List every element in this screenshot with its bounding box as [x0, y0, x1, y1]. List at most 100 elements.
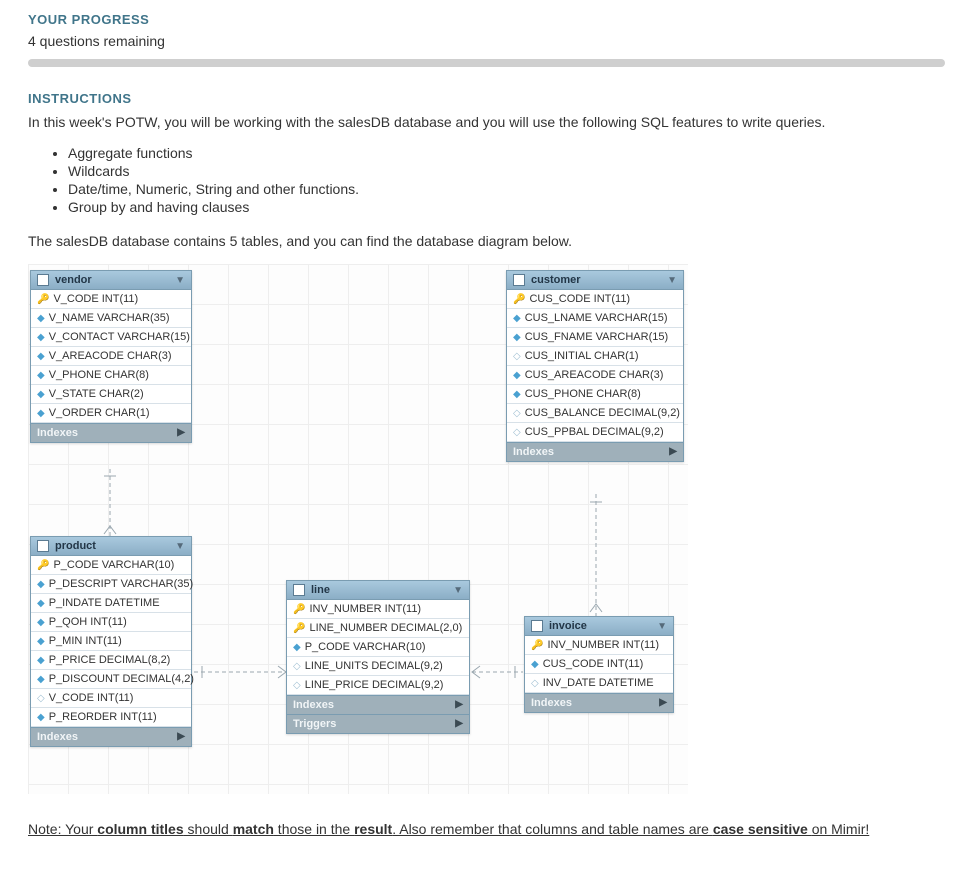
column-row: ◇LINE_PRICE DECIMAL(9,2) [287, 676, 469, 695]
column-icon: ◇ [513, 351, 521, 362]
note-text: should [184, 821, 233, 837]
column-icon: ◆ [37, 636, 45, 647]
table-title: line [311, 584, 330, 596]
note-text: result [354, 821, 392, 837]
feature-item: Aggregate functions [68, 145, 945, 161]
column-text: CUS_FNAME VARCHAR(15) [525, 331, 668, 343]
column-text: LINE_NUMBER DECIMAL(2,0) [309, 622, 462, 634]
column-icon: ◆ [293, 642, 301, 653]
note-text: Note: Your [28, 821, 97, 837]
table-title: customer [531, 274, 581, 286]
column-text: CUS_PPBAL DECIMAL(9,2) [525, 426, 664, 438]
indexes-label: Indexes [37, 427, 78, 439]
column-text: INV_DATE DATETIME [543, 677, 654, 689]
column-row: ◆ V_CONTACT VARCHAR(15) [31, 328, 191, 347]
triggers-footer: Triggers▶ [287, 714, 469, 733]
chevron-right-icon: ▶ [455, 699, 463, 711]
column-text: P_REORDER INT(11) [49, 711, 157, 723]
column-text: CUS_LNAME VARCHAR(15) [525, 312, 668, 324]
chevron-down-icon: ▼ [175, 275, 185, 286]
column-row: ◇CUS_PPBAL DECIMAL(9,2) [507, 423, 683, 442]
column-icon: ◇ [531, 678, 539, 689]
column-row: ◆V_STATE CHAR(2) [31, 385, 191, 404]
table-vendor: vendor ▼ 🔑V_CODE INT(11) ◆V_NAME VARCHAR… [30, 270, 192, 443]
column-row: 🔑CUS_CODE INT(11) [507, 290, 683, 309]
column-text: LINE_PRICE DECIMAL(9,2) [305, 679, 444, 691]
column-text: CUS_CODE INT(11) [529, 293, 630, 305]
column-text: INV_NUMBER INT(11) [547, 639, 659, 651]
column-row: ◆ P_REORDER INT(11) [31, 708, 191, 727]
instructions-intro: In this week's POTW, you will be working… [28, 112, 945, 133]
indexes-footer: Indexes ▶ [287, 695, 469, 714]
column-text: V_ORDER CHAR(1) [49, 407, 150, 419]
chevron-right-icon: ▶ [659, 697, 667, 709]
column-row: ◆ P_QOH INT(11) [31, 613, 191, 632]
column-icon: ◆ [37, 332, 45, 343]
column-row: ◇CUS_BALANCE DECIMAL(9,2) [507, 404, 683, 423]
column-row: ◆ P_CODE VARCHAR(10) [287, 638, 469, 657]
chevron-down-icon: ▼ [453, 585, 463, 596]
progress-remaining: 4 questions remaining [28, 33, 945, 49]
column-text: P_INDATE DATETIME [49, 597, 160, 609]
column-icon: ◆ [37, 712, 45, 723]
indexes-footer: Indexes ▶ [507, 442, 683, 461]
column-row: ◆ P_PRICE DECIMAL(8,2) [31, 651, 191, 670]
column-text: P_PRICE DECIMAL(8,2) [49, 654, 171, 666]
column-text: P_CODE VARCHAR(10) [53, 559, 174, 571]
chevron-right-icon: ▶ [669, 446, 677, 458]
column-text: CUS_AREACODE CHAR(3) [525, 369, 664, 381]
column-icon: ◆ [513, 389, 521, 400]
note-text: case sensitive [713, 821, 812, 837]
feature-item: Wildcards [68, 163, 945, 179]
feature-list: Aggregate functions Wildcards Date/time,… [68, 145, 945, 215]
column-text: V_AREACODE CHAR(3) [49, 350, 172, 362]
indexes-footer: Indexes ▶ [31, 423, 191, 442]
column-icon: ◆ [37, 313, 45, 324]
column-row: ◆CUS_AREACODE CHAR(3) [507, 366, 683, 385]
table-title: vendor [55, 274, 92, 286]
column-text: P_QOH INT(11) [49, 616, 127, 628]
column-icon: ◆ [37, 408, 45, 419]
column-row: ◇V_CODE INT(11) [31, 689, 191, 708]
footer-note: Note: Your column titles should match th… [28, 818, 945, 840]
column-icon: ◆ [37, 598, 45, 609]
indexes-label: Indexes [37, 731, 78, 743]
column-row: 🔑P_CODE VARCHAR(10) [31, 556, 191, 575]
column-icon: ◆ [37, 655, 45, 666]
note-text: column titles [97, 821, 183, 837]
indexes-footer: Indexes ▶ [525, 693, 673, 712]
indexes-label: Indexes [293, 699, 334, 711]
chevron-right-icon: ▶ [177, 731, 185, 743]
table-customer: customer ▼ 🔑CUS_CODE INT(11) ◆ CUS_LNAME … [506, 270, 684, 462]
table-icon [37, 274, 49, 286]
chevron-down-icon: ▼ [667, 275, 677, 286]
progress-bar [28, 59, 945, 67]
column-row: ◆V_NAME VARCHAR(35) [31, 309, 191, 328]
table-invoice: invoice ▼ 🔑INV_NUMBER INT(11) ◆CUS_CODE … [524, 616, 674, 713]
column-row: ◆ CUS_LNAME VARCHAR(15) [507, 309, 683, 328]
column-icon: ◇ [37, 693, 45, 704]
indexes-label: Indexes [513, 446, 554, 458]
column-row: ◆V_AREACODE CHAR(3) [31, 347, 191, 366]
table-title: product [55, 540, 96, 552]
column-icon: ◆ [37, 389, 45, 400]
column-icon: ◆ [513, 313, 521, 324]
column-row: ◆ V_ORDER CHAR(1) [31, 404, 191, 423]
column-row: ◆P_DISCOUNT DECIMAL(4,2) [31, 670, 191, 689]
column-text: V_CONTACT VARCHAR(15) [49, 331, 190, 343]
column-text: P_CODE VARCHAR(10) [305, 641, 426, 653]
column-text: CUS_PHONE CHAR(8) [525, 388, 641, 400]
key-icon: 🔑 [293, 623, 305, 634]
indexes-label: Indexes [531, 697, 572, 709]
column-text: P_MIN INT(11) [49, 635, 122, 647]
table-icon [293, 584, 305, 596]
column-row: ◇CUS_INITIAL CHAR(1) [507, 347, 683, 366]
column-row: ◆P_DESCRIPT VARCHAR(35) [31, 575, 191, 594]
note-text: . Also remember that columns and table n… [392, 821, 713, 837]
column-icon: ◆ [37, 370, 45, 381]
column-icon: ◆ [37, 617, 45, 628]
column-row: ◇LINE_UNITS DECIMAL(9,2) [287, 657, 469, 676]
table-line: line ▼ 🔑INV_NUMBER INT(11) 🔑LINE_NUMBER … [286, 580, 470, 734]
column-row: ◆ P_MIN INT(11) [31, 632, 191, 651]
chevron-right-icon: ▶ [177, 427, 185, 439]
